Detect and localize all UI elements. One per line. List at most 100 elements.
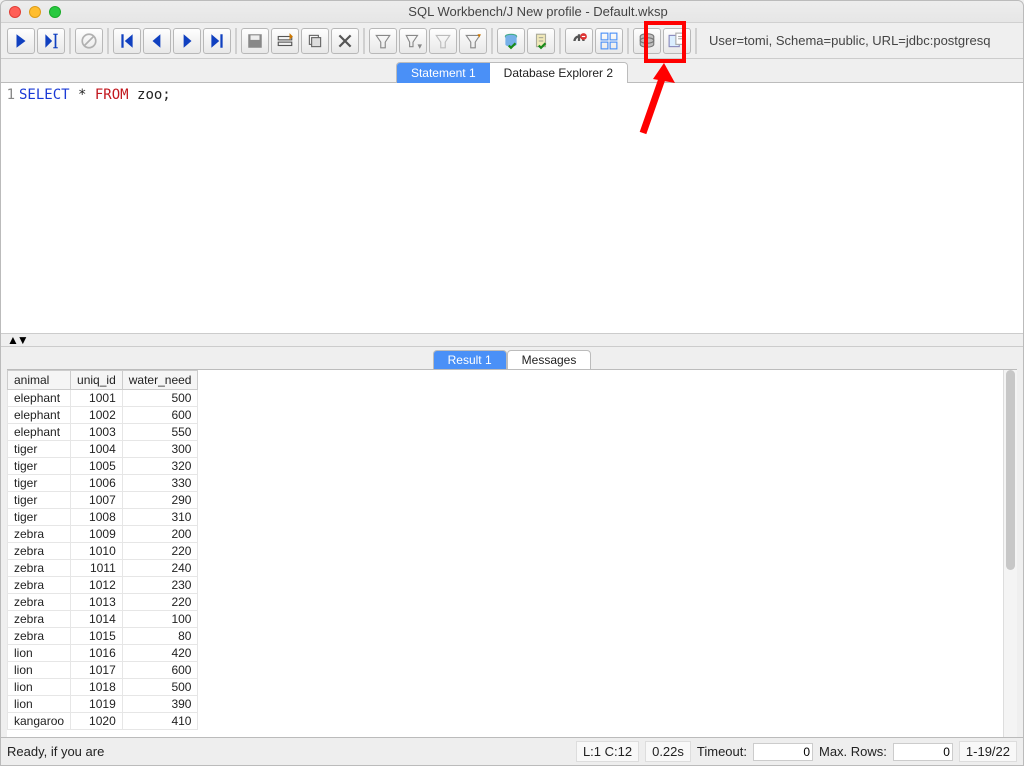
table-row[interactable]: zebra1011240 [8, 560, 198, 577]
table-row[interactable]: tiger1006330 [8, 475, 198, 492]
table-row[interactable]: tiger1004300 [8, 441, 198, 458]
cell-water-need[interactable]: 300 [122, 441, 198, 458]
insert-row-button[interactable] [271, 28, 299, 54]
quick-filter-button[interactable] [459, 28, 487, 54]
cell-uniq-id[interactable]: 1012 [71, 577, 123, 594]
cell-animal[interactable]: zebra [8, 526, 71, 543]
copy-row-button[interactable] [301, 28, 329, 54]
maximize-icon[interactable] [49, 6, 61, 18]
cell-water-need[interactable]: 230 [122, 577, 198, 594]
cell-water-need[interactable]: 500 [122, 679, 198, 696]
cell-water-need[interactable]: 500 [122, 390, 198, 407]
editor-code[interactable]: SELECT * FROM zoo; [17, 83, 1023, 333]
stop-button[interactable] [75, 28, 103, 54]
cell-uniq-id[interactable]: 1002 [71, 407, 123, 424]
timeout-input[interactable] [753, 743, 813, 761]
tab-statement[interactable]: Statement 1 [397, 63, 490, 83]
cell-water-need[interactable]: 390 [122, 696, 198, 713]
tab-messages[interactable]: Messages [507, 350, 592, 369]
delete-row-button[interactable] [331, 28, 359, 54]
disconnect-button[interactable] [565, 28, 593, 54]
cell-animal[interactable]: elephant [8, 424, 71, 441]
cell-uniq-id[interactable]: 1005 [71, 458, 123, 475]
table-row[interactable]: tiger1008310 [8, 509, 198, 526]
maxrows-input[interactable] [893, 743, 953, 761]
splitter-handle[interactable]: ▲▼ [1, 333, 1023, 347]
table-row[interactable]: zebra1013220 [8, 594, 198, 611]
table-row[interactable]: zebra1010220 [8, 543, 198, 560]
cell-uniq-id[interactable]: 1008 [71, 509, 123, 526]
last-button[interactable] [203, 28, 231, 54]
save-button[interactable] [241, 28, 269, 54]
minimize-icon[interactable] [29, 6, 41, 18]
cell-water-need[interactable]: 550 [122, 424, 198, 441]
cell-animal[interactable]: zebra [8, 577, 71, 594]
cell-animal[interactable]: lion [8, 696, 71, 713]
cell-animal[interactable]: lion [8, 679, 71, 696]
table-row[interactable]: tiger1007290 [8, 492, 198, 509]
table-row[interactable]: lion1018500 [8, 679, 198, 696]
cell-uniq-id[interactable]: 1014 [71, 611, 123, 628]
cell-uniq-id[interactable]: 1020 [71, 713, 123, 730]
cell-water-need[interactable]: 420 [122, 645, 198, 662]
cell-uniq-id[interactable]: 1018 [71, 679, 123, 696]
close-icon[interactable] [9, 6, 21, 18]
table-row[interactable]: zebra1009200 [8, 526, 198, 543]
cell-animal[interactable]: zebra [8, 560, 71, 577]
cell-water-need[interactable]: 220 [122, 543, 198, 560]
column-header[interactable]: water_need [122, 371, 198, 390]
execute-button[interactable] [7, 28, 35, 54]
table-row[interactable]: lion1016420 [8, 645, 198, 662]
cell-uniq-id[interactable]: 1006 [71, 475, 123, 492]
commit-button[interactable] [497, 28, 525, 54]
new-explorer-tab-button[interactable] [663, 28, 691, 54]
cell-uniq-id[interactable]: 1004 [71, 441, 123, 458]
tab-result[interactable]: Result 1 [433, 350, 507, 369]
sql-editor[interactable]: 1 SELECT * FROM zoo; [1, 83, 1023, 333]
cell-uniq-id[interactable]: 1001 [71, 390, 123, 407]
cell-animal[interactable]: elephant [8, 407, 71, 424]
column-header[interactable]: animal [8, 371, 71, 390]
cell-water-need[interactable]: 330 [122, 475, 198, 492]
cell-uniq-id[interactable]: 1013 [71, 594, 123, 611]
table-row[interactable]: kangaroo1020410 [8, 713, 198, 730]
cell-water-need[interactable]: 200 [122, 526, 198, 543]
db-explorer-button[interactable] [633, 28, 661, 54]
cell-animal[interactable]: zebra [8, 543, 71, 560]
append-results-button[interactable] [595, 28, 623, 54]
execute-cursor-button[interactable] [37, 28, 65, 54]
cell-uniq-id[interactable]: 1019 [71, 696, 123, 713]
table-row[interactable]: lion1017600 [8, 662, 198, 679]
cell-animal[interactable]: zebra [8, 594, 71, 611]
cell-animal[interactable]: tiger [8, 509, 71, 526]
cell-animal[interactable]: zebra [8, 611, 71, 628]
cell-water-need[interactable]: 290 [122, 492, 198, 509]
cell-uniq-id[interactable]: 1016 [71, 645, 123, 662]
table-row[interactable]: elephant1002600 [8, 407, 198, 424]
next-button[interactable] [173, 28, 201, 54]
cell-uniq-id[interactable]: 1017 [71, 662, 123, 679]
cell-water-need[interactable]: 320 [122, 458, 198, 475]
cell-uniq-id[interactable]: 1011 [71, 560, 123, 577]
result-scrollbar[interactable] [1003, 370, 1017, 737]
cell-animal[interactable]: lion [8, 662, 71, 679]
cell-water-need[interactable]: 100 [122, 611, 198, 628]
cell-uniq-id[interactable]: 1010 [71, 543, 123, 560]
cell-water-need[interactable]: 240 [122, 560, 198, 577]
filter-dropdown-button[interactable] [399, 28, 427, 54]
cell-water-need[interactable]: 80 [122, 628, 198, 645]
cell-uniq-id[interactable]: 1015 [71, 628, 123, 645]
table-row[interactable]: tiger1005320 [8, 458, 198, 475]
cell-animal[interactable]: tiger [8, 441, 71, 458]
cell-water-need[interactable]: 410 [122, 713, 198, 730]
cell-animal[interactable]: lion [8, 645, 71, 662]
cell-animal[interactable]: elephant [8, 390, 71, 407]
prev-button[interactable] [143, 28, 171, 54]
cell-uniq-id[interactable]: 1003 [71, 424, 123, 441]
cell-uniq-id[interactable]: 1007 [71, 492, 123, 509]
cell-water-need[interactable]: 600 [122, 407, 198, 424]
cell-animal[interactable]: kangaroo [8, 713, 71, 730]
result-grid[interactable]: animaluniq_idwater_need elephant1001500e… [7, 370, 1017, 737]
filter-button[interactable] [369, 28, 397, 54]
cell-animal[interactable]: tiger [8, 458, 71, 475]
